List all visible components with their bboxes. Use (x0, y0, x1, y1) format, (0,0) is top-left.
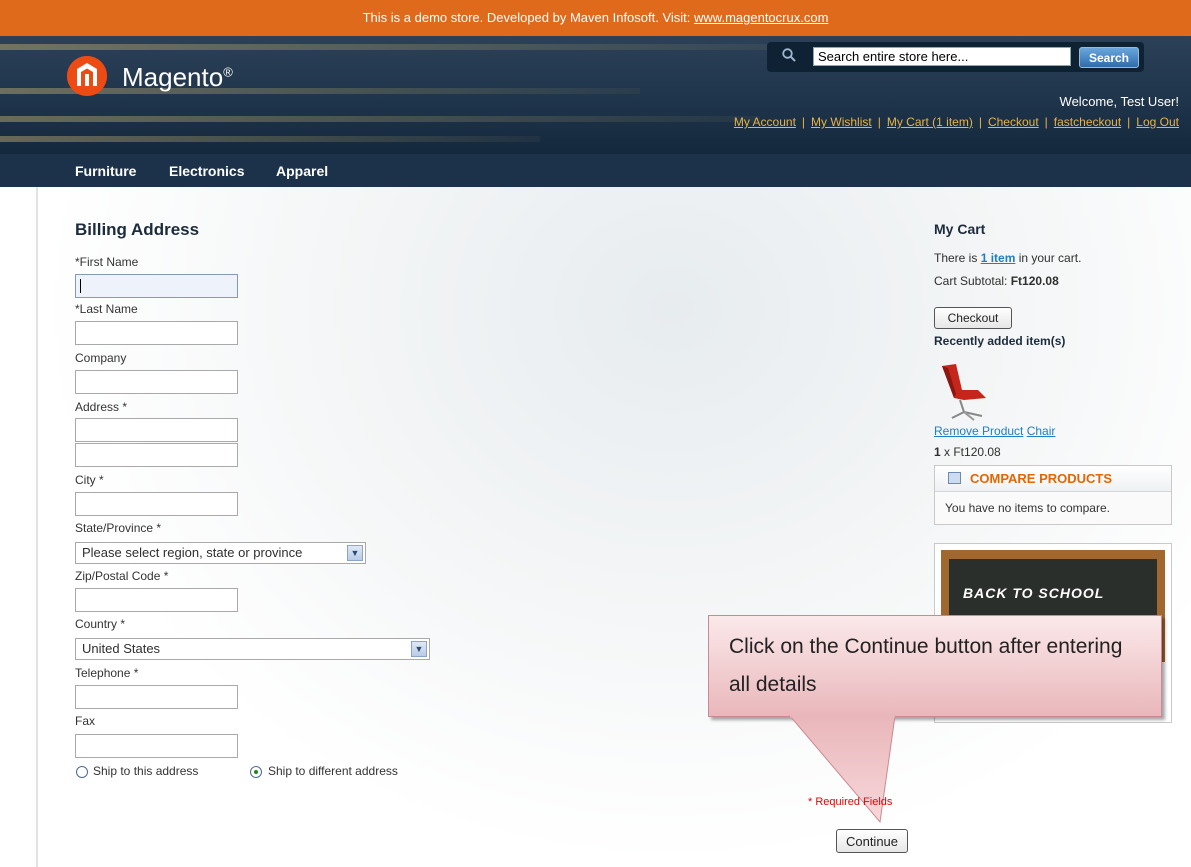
sidebar-checkout-button[interactable]: Checkout (934, 307, 1012, 329)
link-separator: | (801, 115, 806, 129)
my-account-link[interactable]: My Account (734, 115, 796, 129)
last-name-label: *Last Name (75, 302, 138, 316)
state-label: State/Province * (75, 521, 162, 535)
callout-text: Click on the Continue button after enter… (729, 635, 1123, 696)
search-input[interactable] (813, 47, 1071, 66)
nav-item-furniture[interactable]: Furniture (75, 163, 136, 179)
cart-summary-text: There is 1 item in your cart. (934, 251, 1082, 265)
recently-added-title: Recently added item(s) (934, 334, 1066, 348)
cart-subtotal: Cart Subtotal: Ft120.08 (934, 274, 1059, 288)
ship-to-this-address-label[interactable]: Ship to this address (93, 764, 198, 778)
first-name-field[interactable] (75, 274, 238, 298)
required-fields-note: * Required Fields (808, 796, 893, 808)
demo-notice-bar: This is a demo store. Developed by Maven… (0, 0, 1191, 36)
state-select[interactable]: Please select region, state or province … (75, 542, 366, 564)
remove-product-link[interactable]: Remove Product (934, 424, 1023, 438)
link-separator: | (978, 115, 982, 129)
compare-empty-text: You have no items to compare. (945, 501, 1110, 515)
company-field[interactable] (75, 370, 238, 394)
country-label: Country * (75, 617, 126, 631)
telephone-field[interactable] (75, 685, 238, 709)
continue-button[interactable]: Continue (836, 829, 908, 853)
search-button[interactable]: Search (1079, 47, 1139, 68)
recent-item-qty-price: 1 x Ft120.08 (934, 445, 1001, 459)
ship-to-this-address-radio[interactable] (76, 766, 88, 778)
compare-products-title: COMPARE PRODUCTS (970, 471, 1113, 486)
cart-subtotal-value: Ft120.08 (1010, 274, 1059, 288)
chevron-down-icon[interactable]: ▼ (411, 641, 427, 657)
compare-list-icon (948, 472, 961, 484)
country-select[interactable]: United States ▼ (75, 638, 430, 660)
demo-notice-text: This is a demo store. Developed by Maven… (362, 10, 695, 25)
nav-item-apparel[interactable]: Apparel (276, 163, 328, 179)
address-line1-field[interactable] (75, 418, 238, 442)
country-select-value: United States (82, 641, 161, 656)
chevron-down-icon[interactable]: ▼ (347, 545, 363, 561)
text-caret (80, 279, 81, 293)
welcome-message: Welcome, Test User! (1059, 94, 1179, 109)
cart-items-link[interactable]: 1 item (981, 251, 1016, 265)
zip-label: Zip/Postal Code * (75, 569, 169, 583)
link-separator: | (1044, 115, 1048, 129)
ship-to-different-address-radio[interactable] (250, 766, 262, 778)
ship-to-different-address-label[interactable]: Ship to different address (268, 764, 398, 778)
chair-product-image[interactable] (934, 360, 996, 422)
city-label: City * (75, 473, 104, 487)
my-cart-link[interactable]: My Cart (1 item) (887, 115, 973, 129)
last-name-field[interactable] (75, 321, 238, 345)
fax-label: Fax (75, 714, 96, 728)
checkout-link[interactable]: Checkout (988, 115, 1039, 129)
my-cart-title: My Cart (934, 221, 986, 237)
store-logo-text[interactable]: Magento® (122, 62, 233, 93)
company-label: Company (75, 351, 127, 365)
search-icon (782, 48, 796, 62)
page-left-edge (0, 187, 38, 867)
fax-field[interactable] (75, 734, 238, 758)
callout-pointer (788, 714, 896, 824)
banner-text: BACK TO SCHOOL (963, 585, 1105, 601)
logout-link[interactable]: Log Out (1136, 115, 1179, 129)
city-field[interactable] (75, 492, 238, 516)
billing-address-title: Billing Address (75, 220, 200, 239)
telephone-label: Telephone * (75, 666, 139, 680)
first-name-label: *First Name (75, 255, 139, 269)
magento-logo-icon[interactable] (67, 56, 107, 96)
state-select-value: Please select region, state or province (82, 545, 303, 560)
link-separator: | (877, 115, 881, 129)
chair-product-link[interactable]: Chair (1027, 424, 1056, 438)
my-wishlist-link[interactable]: My Wishlist (811, 115, 872, 129)
fastcheckout-link[interactable]: fastcheckout (1054, 115, 1121, 129)
recent-item-links: Remove Product Chair (934, 424, 1055, 438)
link-separator: | (1127, 115, 1131, 129)
account-links: My Account | My Wishlist | My Cart (1 item) |… (734, 115, 1179, 129)
category-nav: Furniture Electronics Apparel (0, 154, 1191, 187)
magentocrux-link[interactable]: www.magentocrux.com (694, 10, 828, 25)
nav-item-electronics[interactable]: Electronics (169, 163, 244, 179)
zip-field[interactable] (75, 588, 238, 612)
address-label: Address * (75, 400, 128, 414)
address-line2-field[interactable] (75, 443, 238, 467)
